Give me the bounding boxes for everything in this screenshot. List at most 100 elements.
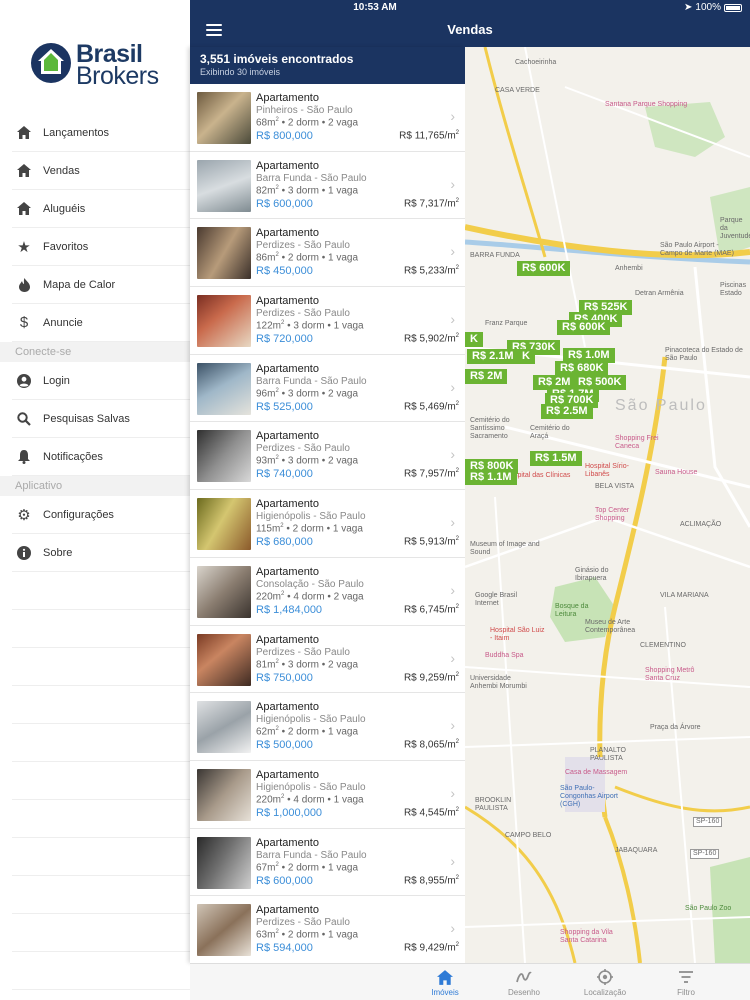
map-label: Sauna House xyxy=(655,469,698,476)
map-road-sign: SP-160 xyxy=(690,849,720,859)
tab-filtro[interactable]: Filtro xyxy=(646,968,726,997)
listing-photo xyxy=(197,92,251,144)
listing-area: 62m xyxy=(256,726,276,738)
listing-ppm-value: R$ 9,259/m xyxy=(403,671,456,683)
menu-item-label: Anuncie xyxy=(43,316,83,329)
listing-card[interactable]: Apartamento Perdizes - São Paulo 81m2 • 3 … xyxy=(190,626,465,694)
map-label: CAMPO BELO xyxy=(505,832,552,839)
menu-item-label: Notificações xyxy=(43,450,103,463)
tab-label: Localização xyxy=(583,988,627,997)
home-icon xyxy=(405,968,485,986)
listing-card[interactable]: Apartamento Barra Funda - São Paulo 82m2 •… xyxy=(190,152,465,220)
listing-type: Apartamento xyxy=(256,904,319,917)
listing-card[interactable]: Apartamento Higienópolis - São Paulo 220m2… xyxy=(190,761,465,829)
location-arrow-icon: ➤ xyxy=(684,2,693,13)
listing-specs: 220m2 • 4 dorm • 1 vaga xyxy=(256,793,364,806)
menu-item-notificacoes[interactable]: Notificações xyxy=(12,438,190,476)
listing-rooms: • 3 dorm • 1 vaga xyxy=(278,185,359,197)
chevron-right-icon: › xyxy=(450,920,455,937)
listing-card[interactable]: Apartamento Perdizes - São Paulo 86m2 • 2 … xyxy=(190,219,465,288)
map-label: Google Brasil Internet xyxy=(475,592,518,607)
listing-specs: 68m2 • 2 dorm • 2 vaga xyxy=(256,117,359,129)
listing-card[interactable]: Apartamento Barra Funda - São Paulo 67m2 •… xyxy=(190,829,465,897)
listing-specs: 81m2 • 3 dorm • 2 vaga xyxy=(256,658,359,670)
listing-type: Apartamento xyxy=(256,159,319,172)
listing-type: Apartamento xyxy=(256,701,319,714)
map-price-marker[interactable]: R$ 600K xyxy=(557,320,611,335)
listing-price: R$ 680,000 xyxy=(256,536,313,549)
chevron-right-icon: › xyxy=(450,649,455,666)
map-label: JABAQUARA xyxy=(615,847,658,854)
menu-item-vendas[interactable]: Vendas xyxy=(12,152,190,190)
map-price-marker[interactable]: R$ 1.5M xyxy=(530,451,582,466)
listing-type: Apartamento xyxy=(256,362,319,375)
map-price-marker[interactable]: K xyxy=(465,332,483,347)
map-price-marker[interactable]: R$ 1.1M xyxy=(465,470,517,485)
listing-type: Apartamento xyxy=(256,633,319,646)
map-price-marker[interactable]: R$ 680K xyxy=(555,361,609,376)
map-price-marker[interactable]: R$ 2.1M xyxy=(467,349,519,364)
listing-card[interactable]: Apartamento Higienópolis - São Paulo 115m2… xyxy=(190,490,465,558)
map-price-marker[interactable]: R$ 2.5M xyxy=(541,404,593,419)
map-label: CLEMENTINO xyxy=(640,642,686,649)
map-label: Piscinas Estado xyxy=(720,282,747,297)
map-price-marker[interactable]: R$ 600K xyxy=(517,261,571,276)
map-view[interactable]: CASA VERDE Cachoeirinha Santana Parque S… xyxy=(465,47,750,963)
listing-location: Perdizes - São Paulo xyxy=(256,240,350,252)
map-label: VILA MARIANA xyxy=(660,592,709,599)
map-price-marker[interactable]: R$ 2M xyxy=(465,369,508,384)
map-label: PLANALTO PAULISTA xyxy=(590,747,626,762)
menu-item-favoritos[interactable]: ★ Favoritos xyxy=(12,228,190,266)
tab-label: Desenho xyxy=(507,988,541,997)
listing-card[interactable]: Apartamento Pinheiros - São Paulo 68m2 • 2… xyxy=(190,84,465,152)
listing-photo xyxy=(197,904,251,957)
map-label: Anhembi xyxy=(615,265,643,272)
map-label: Museum of Image and Sound xyxy=(470,541,540,556)
brasil-brokers-logo-icon xyxy=(31,43,71,83)
map-label: Santana Parque Shopping xyxy=(605,101,688,108)
menu-item-pesquisas-salvas[interactable]: Pesquisas Salvas xyxy=(12,400,190,438)
results-summary: 3,551 imóveis encontrados Exibindo 30 im… xyxy=(190,47,465,84)
listing-price: R$ 450,000 xyxy=(256,265,313,278)
tab-desenho[interactable]: Desenho xyxy=(484,968,564,997)
listing-card[interactable]: Apartamento Higienópolis - São Paulo 62m2 … xyxy=(190,693,465,761)
tab-localizacao[interactable]: Localização xyxy=(565,968,645,997)
menu-item-lancamentos[interactable]: Lançamentos xyxy=(12,114,190,152)
listing-card[interactable]: Apartamento Perdizes - São Paulo 93m2 • 3 … xyxy=(190,422,465,491)
listing-type: Apartamento xyxy=(256,498,319,511)
listing-ppm-value: R$ 5,233/m xyxy=(403,265,456,277)
listing-ppm-value: R$ 7,317/m xyxy=(403,198,456,210)
menu-item-anuncie[interactable]: $ Anuncie xyxy=(12,304,190,342)
listing-price-per-m2: R$ 6,745/m2 xyxy=(403,603,459,616)
listing-card[interactable]: Apartamento Perdizes - São Paulo 63m2 • 2 … xyxy=(190,896,465,963)
listing-card[interactable]: Apartamento Perdizes - São Paulo 122m2 • 3… xyxy=(190,287,465,355)
listing-location: Barra Funda - São Paulo xyxy=(256,849,367,861)
chevron-right-icon: › xyxy=(450,311,455,328)
listing-specs: 62m2 • 2 dorm • 1 vaga xyxy=(256,726,359,738)
menu-item-login[interactable]: Login xyxy=(12,362,190,400)
map-label: Pinacoteca do Estado de São Paulo xyxy=(665,347,743,362)
tab-imoveis[interactable]: Imóveis xyxy=(405,968,485,997)
listing-price: R$ 500,000 xyxy=(256,739,313,752)
brand-logo: Brasil Brokers xyxy=(30,40,170,90)
chevron-right-icon: › xyxy=(450,243,455,260)
listing-specs: 220m2 • 4 dorm • 2 vaga xyxy=(256,590,364,603)
menu-item-configuracoes[interactable]: ⚙ Configurações xyxy=(12,496,190,534)
listing-photo xyxy=(197,836,251,889)
listing-photo xyxy=(197,227,251,280)
listing-card[interactable]: Apartamento Consolação - São Paulo 220m2 •… xyxy=(190,558,465,626)
listing-photo xyxy=(197,362,251,415)
menu-item-alugueis[interactable]: Aluguéis xyxy=(12,190,190,228)
listing-card[interactable]: Apartamento Barra Funda - São Paulo 96m2 •… xyxy=(190,355,465,423)
listing-ppm-value: R$ 8,065/m xyxy=(403,739,456,751)
listing-price-per-m2: R$ 7,317/m2 xyxy=(403,197,459,210)
listing-photo xyxy=(197,768,251,821)
listing-ppm-value: R$ 4,545/m xyxy=(403,807,456,819)
menu-item-mapa-de-calor[interactable]: Mapa de Calor xyxy=(12,266,190,304)
map-label: Ginásio do Ibirapuera xyxy=(575,567,609,582)
menu-item-sobre[interactable]: Sobre xyxy=(12,534,190,572)
side-menu: Brasil Brokers Lançamentos Vendas Alugué… xyxy=(0,0,190,1000)
listing-price: R$ 594,000 xyxy=(256,942,313,955)
map-price-marker[interactable]: K xyxy=(517,349,535,364)
listing-type: Apartamento xyxy=(256,92,319,104)
